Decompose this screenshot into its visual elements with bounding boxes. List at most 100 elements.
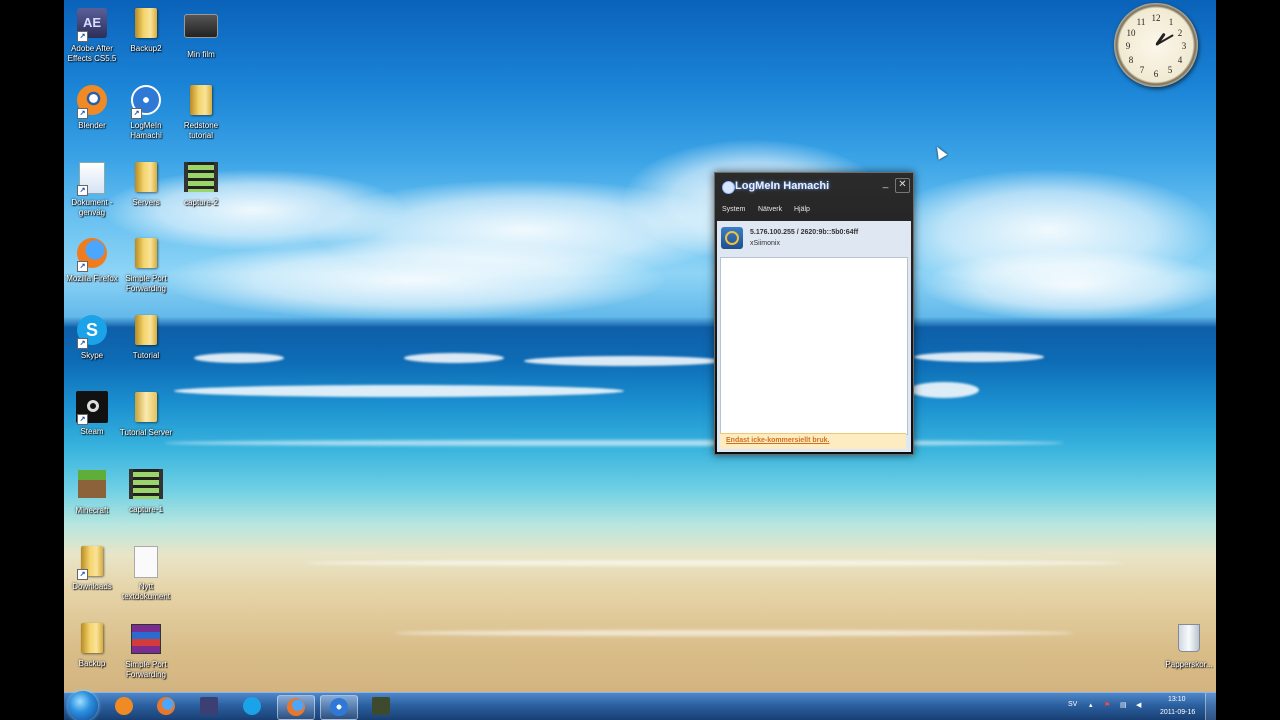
desktop-icon-blender[interactable]: ↗ Blender — [64, 83, 122, 131]
icon-label: Mozilla Firefox — [66, 274, 118, 283]
icon-label: capture-1 — [129, 505, 163, 514]
desktop-icon-simple-port-forwarding[interactable]: Simple Port Forwarding — [116, 236, 176, 294]
clock-number: 4 — [1177, 55, 1183, 65]
clock-gadget[interactable]: 12 1 2 3 4 5 6 7 8 9 10 11 — [1114, 3, 1198, 87]
icon-label: Simple Port Forwarding — [125, 660, 167, 679]
desktop-icon-backup[interactable]: Backup — [64, 621, 122, 669]
show-desktop-button[interactable] — [1205, 693, 1216, 720]
taskbar-blender[interactable] — [106, 695, 142, 718]
icon-label: LogMeIn Hamachi — [130, 121, 162, 140]
wave — [909, 382, 979, 398]
desktop-icon-recycle-bin[interactable]: Papperskor... — [1159, 620, 1216, 670]
desktop-icon-firefox[interactable]: ↗ Mozilla Firefox — [64, 236, 122, 284]
icon-label: Nytt textdokument — [121, 582, 171, 601]
desktop-icon-capture-1[interactable]: capture-1 — [116, 467, 176, 515]
hamachi-window[interactable]: LogMeIn Hamachi _ ✕ System Nätverk Hjälp… — [714, 172, 914, 455]
desktop-icon-documents[interactable]: ↗ Dokument - genväg — [64, 160, 122, 218]
icon-label: Adobe After Effects CS5.5 — [67, 44, 117, 63]
desktop-icon-steam[interactable]: ↗ Steam — [64, 390, 122, 437]
desktop-icon-after-effects[interactable]: AE ↗ Adobe After Effects CS5.5 — [64, 6, 122, 64]
folder-icon: ↗ — [75, 546, 109, 580]
desktop-icon-spf-archive[interactable]: Simple Port Forwarding — [116, 621, 176, 680]
video-file-icon — [129, 469, 163, 503]
license-notice: Endast icke-kommersiellt bruk. — [720, 433, 906, 449]
steam-icon: ↗ — [75, 391, 109, 425]
text-document-icon — [129, 546, 163, 580]
taskbar-movie-maker[interactable] — [363, 695, 399, 718]
menu-help[interactable]: Hjälp — [794, 206, 810, 213]
taskbar-skype[interactable] — [234, 695, 270, 718]
icon-label: Servers — [132, 198, 160, 207]
taskbar-date[interactable]: 2011-09-16 — [1160, 709, 1195, 716]
icon-label: Tutorial Server — [119, 428, 173, 437]
desktop-icon-skype[interactable]: S ↗ Skype — [64, 313, 122, 361]
clock-number: 6 — [1153, 69, 1159, 79]
menu-bar: System Nätverk Hjälp — [715, 203, 913, 219]
foam — [164, 440, 1064, 446]
folder-icon — [129, 315, 163, 349]
client-name: xSiimonix — [750, 240, 780, 247]
power-button[interactable] — [721, 227, 743, 249]
taskbar-firefox-window[interactable] — [277, 695, 315, 720]
icon-label: Minecraft — [75, 506, 109, 515]
skype-icon — [243, 697, 261, 715]
action-center-icon[interactable]: ⚑ — [1104, 701, 1110, 709]
taskbar-firefox[interactable] — [148, 695, 184, 718]
blender-icon: ↗ — [75, 85, 109, 119]
window-titlebar[interactable]: LogMeIn Hamachi _ ✕ — [715, 173, 913, 201]
network-list[interactable] — [720, 257, 908, 435]
desktop: AE ↗ Adobe After Effects CS5.5 ↗ Blender … — [64, 0, 1216, 720]
language-indicator[interactable]: SV — [1068, 701, 1077, 708]
clock-number: 2 — [1177, 28, 1183, 38]
desktop-icon-hamachi[interactable]: ↗ LogMeIn Hamachi — [116, 83, 176, 141]
desktop-icon-backup2[interactable]: Backup2 — [116, 6, 176, 54]
firefox-icon — [287, 698, 305, 716]
folder-icon — [129, 8, 163, 42]
icon-label: Dokument - genväg — [71, 198, 113, 217]
movie-maker-icon — [372, 697, 390, 715]
skype-icon: S ↗ — [75, 315, 109, 349]
clock-number: 3 — [1181, 41, 1187, 51]
wave — [914, 352, 1044, 362]
cloud — [924, 250, 1216, 320]
menu-system[interactable]: System — [722, 206, 745, 213]
minecraft-icon — [75, 470, 109, 504]
ip-address: 5.176.100.255 / 2620:9b::5b0:64ff — [750, 229, 859, 236]
blender-icon — [115, 697, 133, 715]
desktop-icon-servers[interactable]: Servers — [116, 160, 176, 208]
show-hidden-icons-icon[interactable]: ▴ — [1089, 701, 1093, 709]
desktop-icon-tutorial-server[interactable]: Tutorial Server — [116, 390, 176, 438]
icon-label: Backup — [78, 659, 106, 668]
desktop-icon-tutorial[interactable]: Tutorial — [116, 313, 176, 361]
network-icon[interactable]: ▤ — [1120, 701, 1127, 709]
hamachi-panel: 5.176.100.255 / 2620:9b::5b0:64ff xSiimo… — [717, 221, 911, 452]
after-effects-icon — [200, 697, 218, 715]
movie-icon — [184, 14, 218, 48]
icon-label: Simple Port Forwarding — [125, 274, 167, 293]
desktop-icon-min-film[interactable]: Min film — [171, 6, 231, 60]
taskbar-time[interactable]: 13:10 — [1168, 696, 1186, 703]
power-icon — [725, 231, 739, 245]
desktop-icon-capture-2[interactable]: capture-2 — [171, 160, 231, 208]
after-effects-icon: AE ↗ — [75, 8, 109, 42]
close-button[interactable]: ✕ — [895, 178, 910, 193]
desktop-icon-minecraft[interactable]: Minecraft — [64, 467, 122, 516]
firefox-icon: ↗ — [75, 238, 109, 272]
clock-number: 5 — [1167, 65, 1173, 75]
start-button[interactable] — [68, 691, 98, 720]
license-notice-link[interactable]: Endast icke-kommersiellt bruk. — [726, 437, 829, 444]
clock-number: 9 — [1125, 41, 1131, 51]
desktop-icon-redstone-tutorial[interactable]: Redstone tutorial — [171, 83, 231, 141]
taskbar-hamachi[interactable] — [320, 695, 358, 720]
taskbar-after-effects[interactable] — [191, 695, 227, 718]
minimize-button[interactable]: _ — [879, 178, 892, 191]
volume-icon[interactable]: ◀ — [1136, 701, 1141, 709]
wave — [524, 356, 724, 366]
desktop-icon-text-document[interactable]: Nytt textdokument — [116, 544, 176, 602]
icon-label: Min film — [187, 50, 215, 59]
winrar-icon — [129, 624, 163, 658]
desktop-icon-downloads[interactable]: ↗ Downloads — [64, 544, 122, 592]
clock-number: 10 — [1126, 28, 1136, 38]
menu-network[interactable]: Nätverk — [758, 206, 782, 213]
icon-label: Tutorial — [132, 351, 160, 360]
